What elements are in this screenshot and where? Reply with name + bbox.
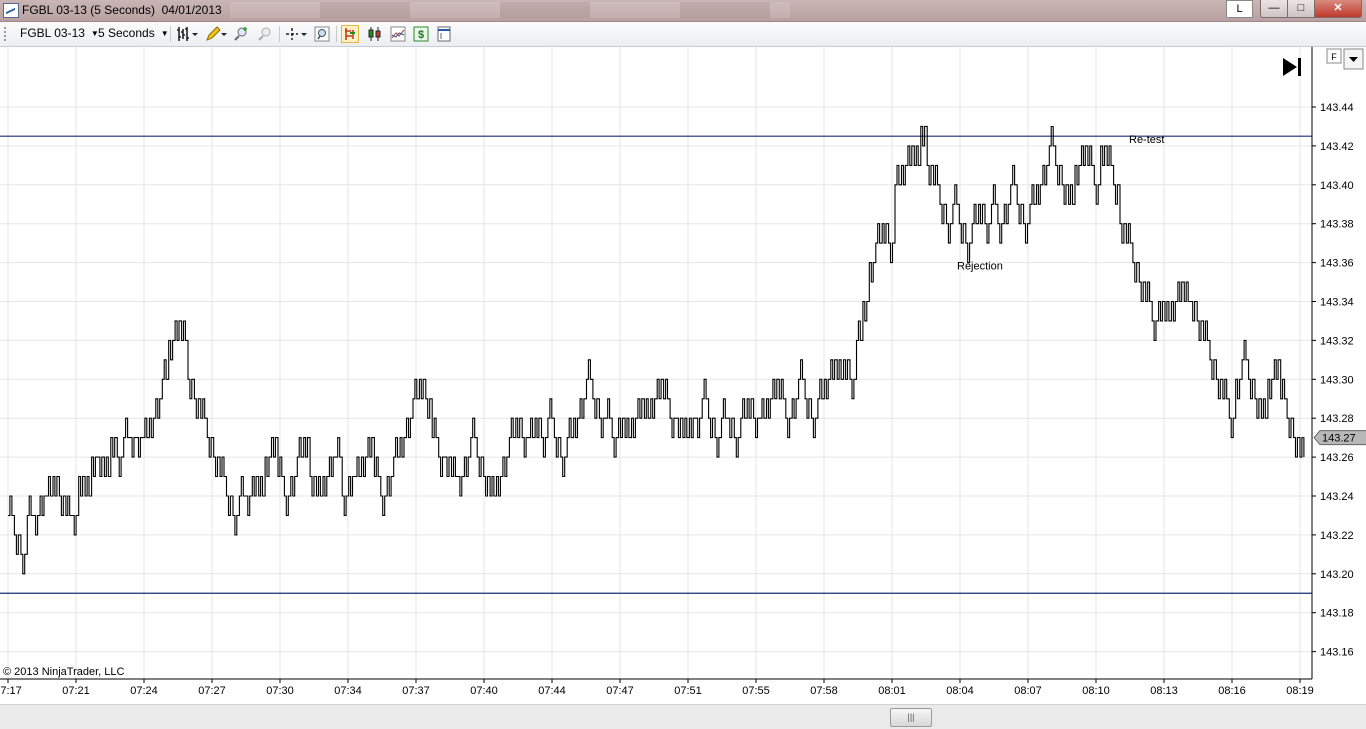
time-tick-label: 07:51 [674,685,702,697]
app-chart-icon [3,3,19,18]
price-tick-label: 143.16 [1320,647,1354,659]
drawing-pencil-icon[interactable] [204,25,228,43]
instrument-selector[interactable]: FGBL 03-13 ▼ [20,26,99,40]
price-tick-label: 143.32 [1320,335,1354,347]
properties-icon[interactable] [435,25,453,43]
time-tick-label: 08:07 [1014,685,1042,697]
svg-text:F: F [1331,52,1337,62]
time-tick-label: 07:58 [810,685,838,697]
maximize-button[interactable]: □ [1287,0,1315,18]
time-tick-label: 07:24 [130,685,158,697]
title-bar-background [230,2,790,18]
crosshair-icon[interactable] [284,25,308,43]
price-tick-label: 143.22 [1320,530,1354,542]
time-tick-label: 07:47 [606,685,634,697]
time-tick-label: 07:34 [334,685,362,697]
magnifier-icon[interactable] [313,25,331,43]
price-axis[interactable]: 143.44 143.42 143.40 143.38 143.36 143.34 143.… [1311,47,1366,679]
chevron-down-icon: ▼ [160,29,169,38]
price-tick-label: 143.28 [1320,413,1354,425]
instrument-label: FGBL 03-13 [20,26,85,40]
time-tick-label: 07:37 [402,685,430,697]
chart-toolbar: FGBL 03-13 ▼ 5 Seconds ▼ $ [0,22,1366,47]
price-line [8,125,1305,575]
bar-type-icon[interactable] [175,25,199,43]
toolbar-separator [336,26,337,42]
scrollbar-thumb[interactable]: ||| [890,708,932,727]
svg-text:$: $ [418,29,424,41]
chart-style-icon[interactable] [341,25,359,43]
price-tick-label: 143.24 [1320,491,1354,503]
price-tick-label: 143.26 [1320,452,1354,464]
price-chart[interactable]: 143.44 143.42 143.40 143.38 143.36 143.34 143.… [0,47,1366,704]
interval-selector[interactable]: 5 Seconds ▼ [98,26,169,40]
horizontal-scrollbar[interactable]: ||| [0,704,1366,729]
time-tick-label: 08:19 [1286,685,1314,697]
time-tick-label: 07:40 [470,685,498,697]
toolbar-separator [170,26,171,42]
display-options-button[interactable]: F [1326,48,1364,70]
time-tick-label: 08:16 [1218,685,1246,697]
zoom-in-icon[interactable] [232,25,250,43]
chart-grid [0,47,1312,679]
interval-label: 5 Seconds [98,26,155,40]
price-tick-label: 143.42 [1320,141,1354,153]
time-tick-label: 08:10 [1082,685,1110,697]
window-title: FGBL 03-13 (5 Seconds) 04/01/2013 [22,3,222,17]
price-tick-label: 143.44 [1320,102,1354,114]
time-tick-label: 07:17 [0,685,22,697]
toolbar-grip[interactable] [4,27,8,41]
time-tick-label: 08:13 [1150,685,1178,697]
zoom-out-icon[interactable] [256,25,274,43]
price-tick-label: 143.38 [1320,219,1354,231]
chart-annotation[interactable]: Re-test [1129,134,1164,146]
last-price-marker: 143.27 [1313,430,1366,446]
title-bar: FGBL 03-13 (5 Seconds) 04/01/2013 L — □ … [0,0,1366,22]
time-tick-label: 08:04 [946,685,974,697]
price-tick-label: 143.36 [1320,258,1354,270]
time-tick-label: 07:44 [538,685,566,697]
scroll-to-end-button[interactable] [1283,58,1301,76]
price-tick-label: 143.20 [1320,569,1354,581]
time-axis[interactable]: 07:17 07:21 07:24 07:27 07:30 07:34 07:37 07:40… [0,678,1314,697]
price-tick-label: 143.30 [1320,374,1354,386]
dollar-icon[interactable]: $ [412,25,430,43]
close-button[interactable]: ✕ [1314,0,1362,18]
link-button[interactable]: L [1226,0,1253,18]
price-tick-label: 143.34 [1320,297,1354,309]
price-series [8,125,1305,575]
time-tick-label: 08:01 [878,685,906,697]
time-tick-label: 07:27 [198,685,226,697]
candlestick-icon[interactable] [366,25,384,43]
time-tick-label: 07:30 [266,685,294,697]
indicators-icon[interactable] [389,25,407,43]
price-tick-label: 143.40 [1320,180,1354,192]
time-tick-label: 07:21 [62,685,90,697]
copyright-text: © 2013 NinjaTrader, LLC [3,666,124,678]
minimize-button[interactable]: — [1260,0,1288,18]
toolbar-separator [279,26,280,42]
chart-annotation[interactable]: Rejection [957,261,1003,273]
price-tick-label: 143.18 [1320,608,1354,620]
last-price-label: 143.27 [1322,433,1356,445]
time-tick-label: 07:55 [742,685,770,697]
